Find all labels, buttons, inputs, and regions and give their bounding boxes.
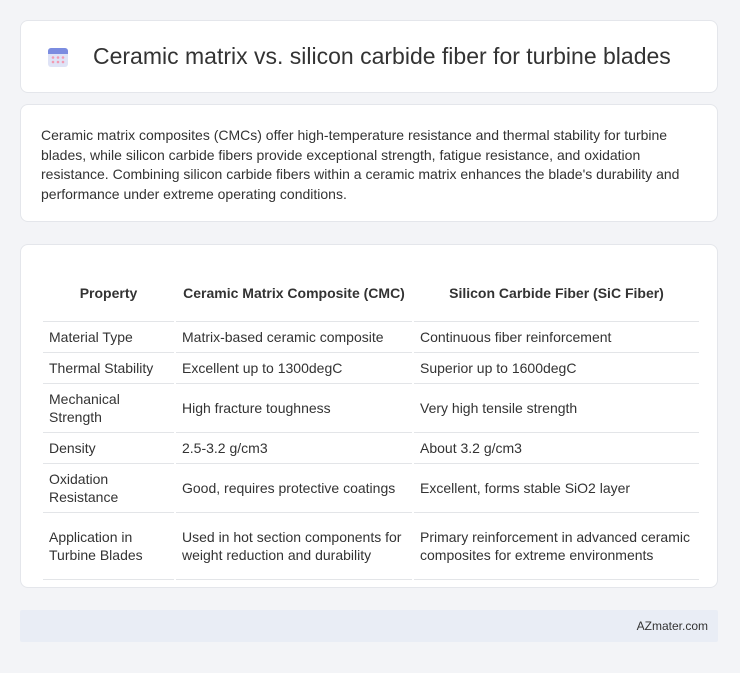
sic-fiber-cell: About 3.2 g/cm3	[414, 433, 699, 464]
cmc-cell: High fracture toughness	[176, 384, 412, 433]
table-row: Oxidation Resistance Good, requires prot…	[43, 464, 699, 513]
intro-text: Ceramic matrix composites (CMCs) offer h…	[41, 127, 680, 202]
column-header-property: Property	[43, 266, 174, 322]
sic-fiber-cell: Very high tensile strength	[414, 384, 699, 433]
property-cell: Mechanical Strength	[43, 384, 174, 433]
column-header-sic-fiber: Silicon Carbide Fiber (SiC Fiber)	[414, 266, 699, 322]
cmc-cell: Good, requires protective coatings	[176, 464, 412, 513]
table-row: Material Type Matrix-based ceramic compo…	[43, 322, 699, 353]
column-header-cmc: Ceramic Matrix Composite (CMC)	[176, 266, 412, 322]
footer-brand: AZmater.com	[636, 619, 708, 633]
property-cell: Application in Turbine Blades	[43, 513, 174, 580]
cmc-cell: Matrix-based ceramic composite	[176, 322, 412, 353]
property-cell: Thermal Stability	[43, 353, 174, 384]
table-row: Thermal Stability Excellent up to 1300de…	[43, 353, 699, 384]
property-cell: Oxidation Resistance	[43, 464, 174, 513]
header-card: Ceramic matrix vs. silicon carbide fiber…	[20, 20, 718, 93]
footer-bar: AZmater.com	[20, 610, 718, 642]
property-cell: Density	[43, 433, 174, 464]
sic-fiber-cell: Excellent, forms stable SiO2 layer	[414, 464, 699, 513]
table-header-row: Property Ceramic Matrix Composite (CMC) …	[43, 266, 699, 322]
table-row: Application in Turbine Blades Used in ho…	[43, 513, 699, 580]
comparison-table: Property Ceramic Matrix Composite (CMC) …	[41, 266, 701, 580]
cmc-cell: Excellent up to 1300degC	[176, 353, 412, 384]
cmc-cell: Used in hot section components for weigh…	[176, 513, 412, 580]
table-row: Mechanical Strength High fracture toughn…	[43, 384, 699, 433]
page-title: Ceramic matrix vs. silicon carbide fiber…	[93, 43, 671, 69]
sic-fiber-cell: Primary reinforcement in advanced cerami…	[414, 513, 699, 580]
comparison-card: Property Ceramic Matrix Composite (CMC) …	[20, 244, 718, 588]
property-cell: Material Type	[43, 322, 174, 353]
sic-fiber-cell: Superior up to 1600degC	[414, 353, 699, 384]
cmc-cell: 2.5-3.2 g/cm3	[176, 433, 412, 464]
intro-card: Ceramic matrix composites (CMCs) offer h…	[20, 104, 718, 222]
calendar-icon	[48, 47, 68, 67]
sic-fiber-cell: Continuous fiber reinforcement	[414, 322, 699, 353]
table-row: Density 2.5-3.2 g/cm3 About 3.2 g/cm3	[43, 433, 699, 464]
